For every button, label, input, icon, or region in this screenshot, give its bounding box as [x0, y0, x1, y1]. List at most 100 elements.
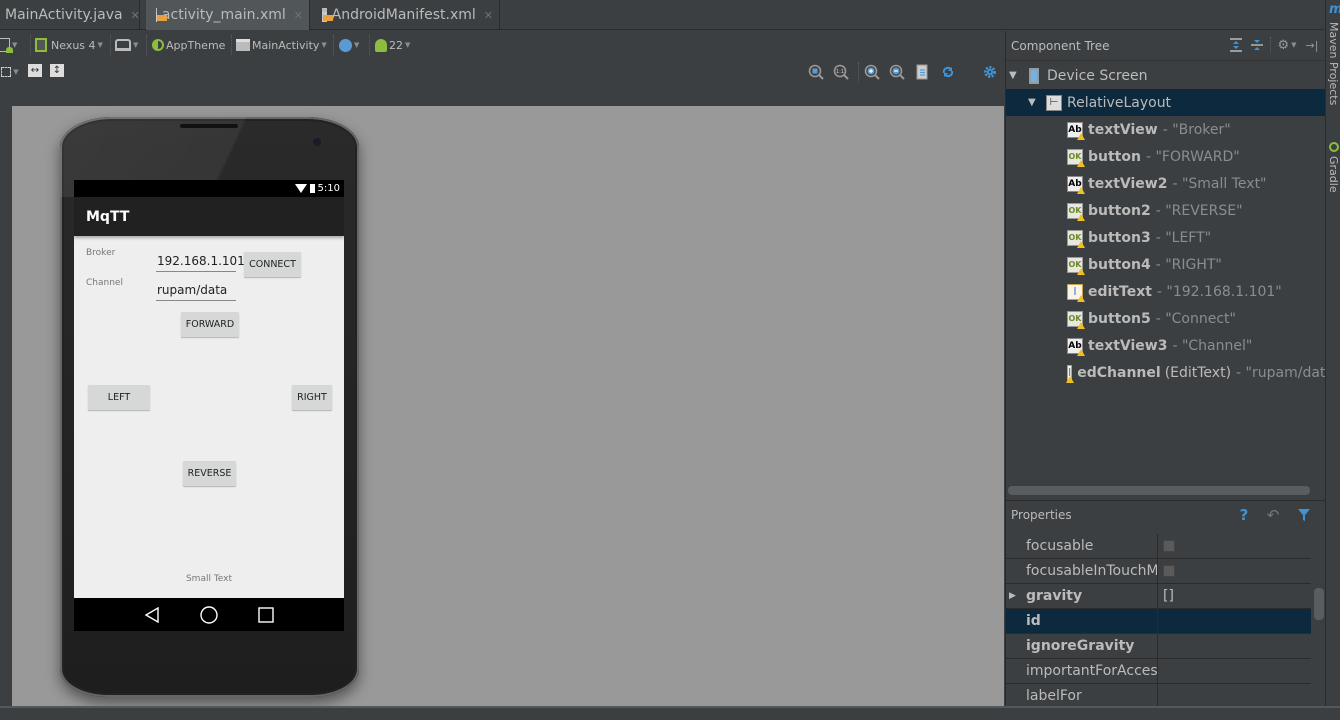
left-button[interactable]: LEFT [88, 385, 150, 410]
back-icon [144, 606, 159, 623]
fill-height-button[interactable]: ↕ [50, 64, 64, 77]
orientation-dropdown[interactable]: ▼ [115, 34, 138, 56]
tree-item-text: - "Connect" [1155, 310, 1236, 327]
tab-activity-main-xml[interactable]: activity_main.xml ✕ [146, 0, 310, 30]
refresh-button[interactable] [940, 64, 956, 80]
device-dropdown[interactable]: Nexus 4 ▼ [35, 34, 103, 56]
broker-ip-input[interactable]: 192.168.1.101 [156, 254, 245, 272]
tree-item-type: (EditText) [1164, 364, 1232, 381]
property-name: focusable [1026, 538, 1094, 554]
tree-item-textView3[interactable]: Ab textView3- "Channel" [1006, 332, 1326, 359]
tree-item-edChannel[interactable]: IedChannel(EditText)- "rupam/data" [1006, 359, 1326, 386]
tree-item-id: button5 [1088, 310, 1151, 327]
expand-all-button[interactable] [1228, 37, 1244, 53]
tree-horizontal-scrollbar[interactable] [1008, 486, 1310, 495]
zoom-to-fit-button[interactable] [808, 64, 824, 80]
expand-triangle-icon[interactable]: ▼ [1009, 70, 1023, 81]
tree-item-button[interactable]: OK button - "FORWARD" [1006, 143, 1326, 170]
channel-label[interactable]: Channel [86, 278, 123, 288]
hide-panel-button[interactable]: →| [1304, 37, 1320, 53]
tree-item-textView2[interactable]: Ab textView2- "Small Text" [1006, 170, 1326, 197]
property-name-cell: focusableInTouchMode [1006, 558, 1158, 584]
tree-item-id: button2 [1088, 202, 1151, 219]
tree-item-id: editText [1088, 283, 1152, 300]
tree-item-button5[interactable]: OK button5- "Connect" [1006, 305, 1326, 332]
right-button[interactable]: RIGHT [292, 385, 332, 410]
property-value-cell[interactable]: [] [1158, 588, 1174, 604]
tree-item-button2[interactable]: OK button2- "REVERSE" [1006, 197, 1326, 224]
theme-dropdown[interactable]: AppTheme [152, 34, 225, 56]
tree-item-button3[interactable]: OK button3- "LEFT" [1006, 224, 1326, 251]
property-row-id[interactable]: id [1006, 608, 1311, 634]
tree-item-device-screen[interactable]: ▼ Device Screen [1006, 62, 1326, 89]
filter-button[interactable] [1296, 507, 1312, 523]
tree-item-label: Device Screen [1047, 67, 1148, 84]
api-level-dropdown[interactable]: 22 ▼ [375, 34, 410, 56]
property-row-ignoreGravity[interactable]: ignoreGravity [1006, 633, 1311, 659]
property-value-cell[interactable] [1158, 540, 1175, 552]
zoom-in-button[interactable] [864, 64, 880, 80]
close-icon[interactable]: ✕ [131, 9, 140, 22]
help-button[interactable]: ? [1236, 506, 1252, 524]
collapse-all-icon [1251, 40, 1263, 50]
chevron-down-icon: ▼ [321, 41, 327, 49]
chevron-down-icon: ▼ [405, 41, 411, 49]
tree-item-text: - "LEFT" [1155, 229, 1212, 246]
forward-button[interactable]: FORWARD [181, 312, 239, 337]
separator [1270, 37, 1271, 53]
zoom-actual-size-button[interactable]: 1:1 [833, 64, 849, 80]
tree-item-textView[interactable]: Ab textView - "Broker" [1006, 116, 1326, 143]
property-checkbox[interactable] [1163, 565, 1175, 577]
question-icon: ? [1239, 506, 1249, 524]
tab-android-manifest-xml[interactable]: AndroidManifest.xml ✕ [310, 0, 500, 30]
property-row-focusableInTouchMode[interactable]: focusableInTouchMode [1006, 558, 1311, 584]
tree-item-text: - "192.168.1.101" [1156, 283, 1282, 300]
property-value-cell[interactable] [1158, 565, 1175, 577]
globe-icon [339, 38, 352, 52]
zoom-out-icon [889, 64, 905, 80]
property-name: labelFor [1026, 688, 1082, 704]
property-row-importantForAccessibility[interactable]: importantForAccessibility [1006, 658, 1311, 684]
preview-document-button[interactable] [914, 64, 930, 80]
tree-item-editText[interactable]: IeditText - "192.168.1.101" [1006, 278, 1326, 305]
tab-main-activity-java[interactable]: MainActivity.java ✕ [0, 0, 140, 30]
reverse-button[interactable]: REVERSE [183, 461, 236, 486]
device-screen[interactable]: 5:10 MqTT Broker 192.168.1.101 CONNECT C… [74, 180, 344, 631]
property-name-cell: id [1006, 608, 1158, 634]
zoom-mode-dropdown[interactable]: ▼ [0, 64, 20, 80]
property-row-gravity[interactable]: ▶ gravity [] [1006, 583, 1311, 609]
separator [333, 35, 334, 55]
fill-width-button[interactable]: ↔ [28, 64, 42, 77]
tree-item-relative-layout[interactable]: ▼ ⊢ RelativeLayout [1006, 89, 1326, 116]
collapse-all-button[interactable] [1249, 37, 1265, 53]
small-text-view[interactable]: Small Text [74, 574, 344, 584]
restore-default-button[interactable]: ↶ [1265, 506, 1281, 524]
expand-triangle-icon[interactable]: ▶ [1009, 591, 1016, 601]
tree-item-text: - "RIGHT" [1155, 256, 1222, 273]
gradle-tool-button[interactable]: Gradle [1327, 156, 1340, 193]
tree-settings-button[interactable]: ⚙ ▼ [1276, 37, 1298, 53]
tree-item-button4[interactable]: OK button4- "RIGHT" [1006, 251, 1326, 278]
close-icon[interactable]: ✕ [484, 9, 493, 22]
property-checkbox[interactable] [1163, 540, 1175, 552]
maven-projects-tool-button[interactable]: Maven Projects [1327, 22, 1340, 105]
design-mode-dropdown[interactable]: ▼ [0, 34, 17, 56]
expand-triangle-icon[interactable]: ▼ [1028, 97, 1042, 108]
connect-button[interactable]: CONNECT [244, 252, 301, 277]
property-value: [] [1163, 588, 1174, 604]
chevron-down-icon: ▼ [13, 68, 19, 76]
zoom-out-button[interactable] [889, 64, 905, 80]
button-widget-icon: OK [1067, 310, 1085, 329]
broker-label[interactable]: Broker [86, 248, 115, 258]
tree-item-id: button [1088, 148, 1141, 165]
theme-name: AppTheme [166, 38, 226, 52]
properties-vertical-scrollbar[interactable] [1314, 588, 1324, 620]
channel-input[interactable]: rupam/data [156, 283, 236, 301]
activity-dropdown[interactable]: MainActivity ▼ [236, 34, 327, 56]
property-row-focusable[interactable]: focusable [1006, 533, 1311, 559]
separator [110, 35, 111, 55]
canvas-settings-button[interactable] [982, 64, 998, 80]
locale-dropdown[interactable]: ▼ [339, 34, 359, 56]
close-icon[interactable]: ✕ [294, 9, 303, 22]
battery-icon [309, 184, 315, 193]
